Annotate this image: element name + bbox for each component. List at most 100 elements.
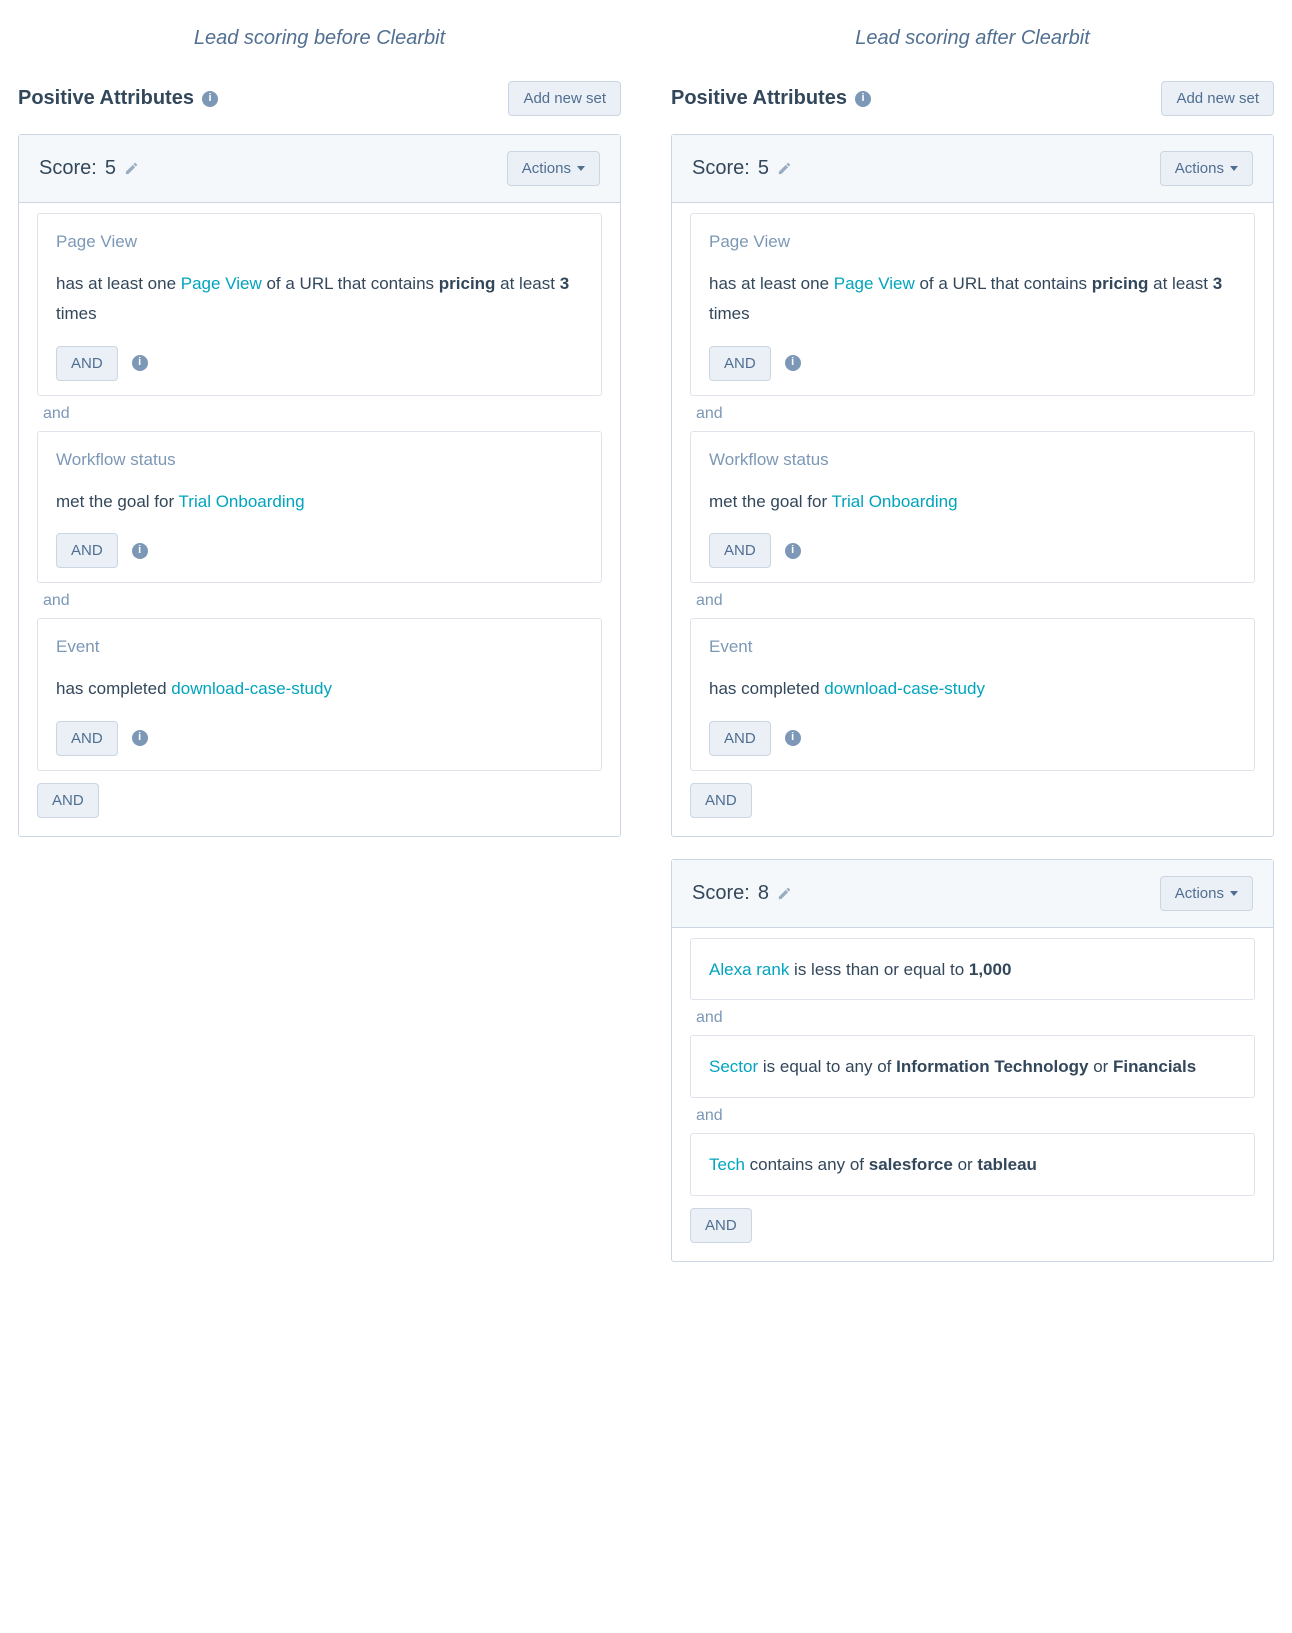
and-button[interactable]: AND: [56, 346, 118, 381]
filter-description: has completed download-case-study: [709, 674, 1236, 705]
add-new-set-button[interactable]: Add new set: [508, 81, 621, 116]
filter-block[interactable]: Workflow statusmet the goal for Trial On…: [690, 431, 1255, 583]
filter-text-token: of a URL that contains: [262, 274, 439, 293]
column-title: Lead scoring after Clearbit: [671, 24, 1274, 53]
score-label: Score:: [39, 154, 97, 183]
and-button[interactable]: AND: [56, 721, 118, 756]
and-separator: and: [37, 583, 602, 618]
filter-category-label: Page View: [709, 230, 1236, 255]
pencil-icon[interactable]: [777, 161, 793, 177]
filter-text-token: contains any of: [745, 1155, 869, 1174]
actions-label: Actions: [522, 160, 571, 177]
filter-bold: Financials: [1113, 1057, 1196, 1076]
filter-link[interactable]: Page View: [834, 274, 915, 293]
score-card: Score: 5ActionsPage Viewhas at least one…: [18, 134, 621, 837]
filter-block[interactable]: Event has completed download-case-study AN…: [690, 618, 1255, 770]
section-title-text: Positive Attributes: [18, 84, 194, 113]
filter-link[interactable]: Alexa rank: [709, 960, 789, 979]
filter-actions-row: AND i: [56, 533, 583, 568]
filter-info-icon[interactable]: i: [132, 355, 148, 371]
filter-description: has at least one Page View of a URL that…: [56, 269, 583, 330]
filter-info-icon[interactable]: i: [785, 543, 801, 559]
filter-link[interactable]: Sector: [709, 1057, 758, 1076]
pencil-icon[interactable]: [777, 885, 793, 901]
and-button[interactable]: AND: [690, 783, 752, 818]
filter-text-token: or: [953, 1155, 978, 1174]
filter-text-token: times: [56, 304, 97, 323]
actions-dropdown[interactable]: Actions: [1160, 876, 1253, 911]
and-button[interactable]: AND: [709, 346, 771, 381]
filter-block[interactable]: Tech contains any of salesforce or table…: [690, 1133, 1255, 1196]
actions-dropdown[interactable]: Actions: [507, 151, 600, 186]
filter-link[interactable]: download-case-study: [824, 679, 985, 698]
and-button[interactable]: AND: [709, 721, 771, 756]
filter-bold: salesforce: [869, 1155, 953, 1174]
filter-link[interactable]: Tech: [709, 1155, 745, 1174]
section-header: Positive Attributes i Add new set: [18, 81, 621, 116]
filter-link[interactable]: download-case-study: [171, 679, 332, 698]
filter-description: Tech contains any of salesforce or table…: [709, 1150, 1236, 1181]
filter-category-label: Event: [709, 635, 1236, 660]
filter-block[interactable]: Page Viewhas at least one Page View of a…: [37, 213, 602, 396]
filter-text-token: of a URL that contains: [915, 274, 1092, 293]
filter-block[interactable]: Sector is equal to any of Information Te…: [690, 1035, 1255, 1098]
and-button[interactable]: AND: [56, 533, 118, 568]
score-title: Score: 5: [692, 154, 793, 183]
and-button[interactable]: AND: [690, 1208, 752, 1243]
card-footer: AND: [690, 1208, 1255, 1243]
filter-link[interactable]: Page View: [181, 274, 262, 293]
filter-info-icon[interactable]: i: [132, 730, 148, 746]
filter-bold: tableau: [977, 1155, 1037, 1174]
filter-block[interactable]: Workflow status met the goal for Trial On…: [37, 431, 602, 583]
filter-block[interactable]: Alexa rank is less than or equal to 1,00…: [690, 938, 1255, 1001]
score-header: Score: 5 Actions: [672, 135, 1273, 203]
section-title: Positive Attributes i: [671, 84, 871, 113]
and-separator: and: [690, 1098, 1255, 1133]
filter-description: met the goal for Trial Onboarding: [709, 487, 1236, 518]
section-header: Positive Attributes i Add new set: [671, 81, 1274, 116]
and-separator: and: [690, 396, 1255, 431]
score-title: Score: 8: [692, 879, 793, 908]
filter-info-icon[interactable]: i: [785, 355, 801, 371]
filter-category-label: Workflow status: [56, 448, 583, 473]
filter-actions-row: AND i: [56, 346, 583, 381]
filter-link[interactable]: Trial Onboarding: [832, 492, 958, 511]
score-label: Score:: [692, 154, 750, 183]
filter-link[interactable]: Trial Onboarding: [179, 492, 305, 511]
column: Lead scoring after Clearbit Positive Attr…: [671, 24, 1274, 1284]
add-new-set-button[interactable]: Add new set: [1161, 81, 1274, 116]
and-separator: and: [37, 396, 602, 431]
filter-text-token: met the goal for: [56, 492, 179, 511]
score-body: Page Viewhas at least one Page View of a…: [19, 203, 620, 836]
score-value: 8: [758, 879, 769, 908]
filter-description: has at least one Page View of a URL that…: [709, 269, 1236, 330]
filter-description: has completed download-case-study: [56, 674, 583, 705]
column: Lead scoring before Clearbit Positive Att…: [18, 24, 621, 1284]
filter-actions-row: AND i: [709, 346, 1236, 381]
pencil-icon[interactable]: [124, 161, 140, 177]
and-button[interactable]: AND: [37, 783, 99, 818]
filter-bold: pricing: [1092, 274, 1149, 293]
score-value: 5: [105, 154, 116, 183]
actions-dropdown[interactable]: Actions: [1160, 151, 1253, 186]
filter-info-icon[interactable]: i: [785, 730, 801, 746]
filter-text-token: at least: [495, 274, 559, 293]
score-body: Page Viewhas at least one Page View of a…: [672, 203, 1273, 836]
filter-block[interactable]: Page Viewhas at least one Page View of a…: [690, 213, 1255, 396]
score-title: Score: 5: [39, 154, 140, 183]
section-info-icon[interactable]: i: [855, 91, 871, 107]
chevron-down-icon: [1230, 166, 1238, 171]
filter-text-token: at least: [1148, 274, 1212, 293]
and-button[interactable]: AND: [709, 533, 771, 568]
filter-info-icon[interactable]: i: [132, 543, 148, 559]
section-info-icon[interactable]: i: [202, 91, 218, 107]
column-title: Lead scoring before Clearbit: [18, 24, 621, 53]
score-header: Score: 5 Actions: [19, 135, 620, 203]
section-title-text: Positive Attributes: [671, 84, 847, 113]
filter-text-token: is equal to any of: [758, 1057, 896, 1076]
filter-actions-row: AND i: [709, 721, 1236, 756]
filter-block[interactable]: Eventhas completed download-case-studyAN…: [37, 618, 602, 770]
filter-description: met the goal for Trial Onboarding: [56, 487, 583, 518]
filter-bold: 3: [1213, 274, 1222, 293]
filter-category-label: Page View: [56, 230, 583, 255]
